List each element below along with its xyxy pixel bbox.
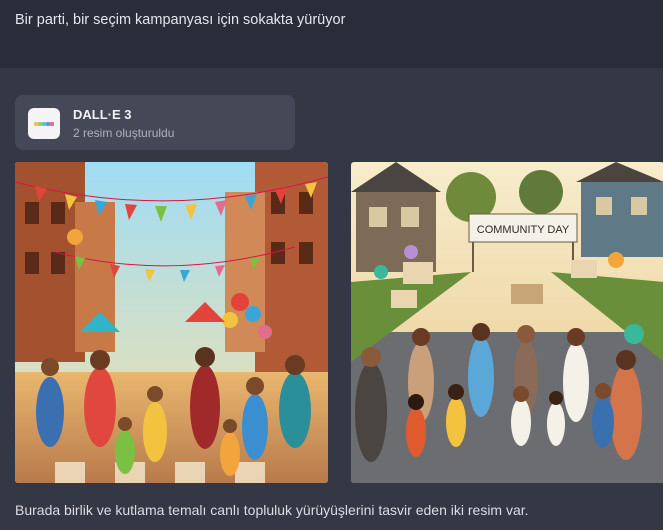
assistant-message-text: Burada birlik ve kutlama temalı canlı to… xyxy=(15,502,529,518)
dalle-subtitle: 2 resim oluşturuldu xyxy=(73,126,175,140)
dalle-tool-chip[interactable]: DALL·E 3 2 resim oluşturuldu xyxy=(15,95,295,150)
user-message-text: Bir parti, bir seçim kampanyası için sok… xyxy=(15,12,346,28)
community-day-march-image[interactable]: COMMUNITY DAY xyxy=(351,162,663,483)
dalle-logo-icon xyxy=(28,108,60,139)
dalle-title: DALL·E 3 xyxy=(73,107,132,122)
carnival-parade-image[interactable] xyxy=(15,162,328,483)
community-day-banner: COMMUNITY DAY xyxy=(477,224,570,236)
user-message: Bir parti, bir seçim kampanyası için sok… xyxy=(0,0,663,68)
